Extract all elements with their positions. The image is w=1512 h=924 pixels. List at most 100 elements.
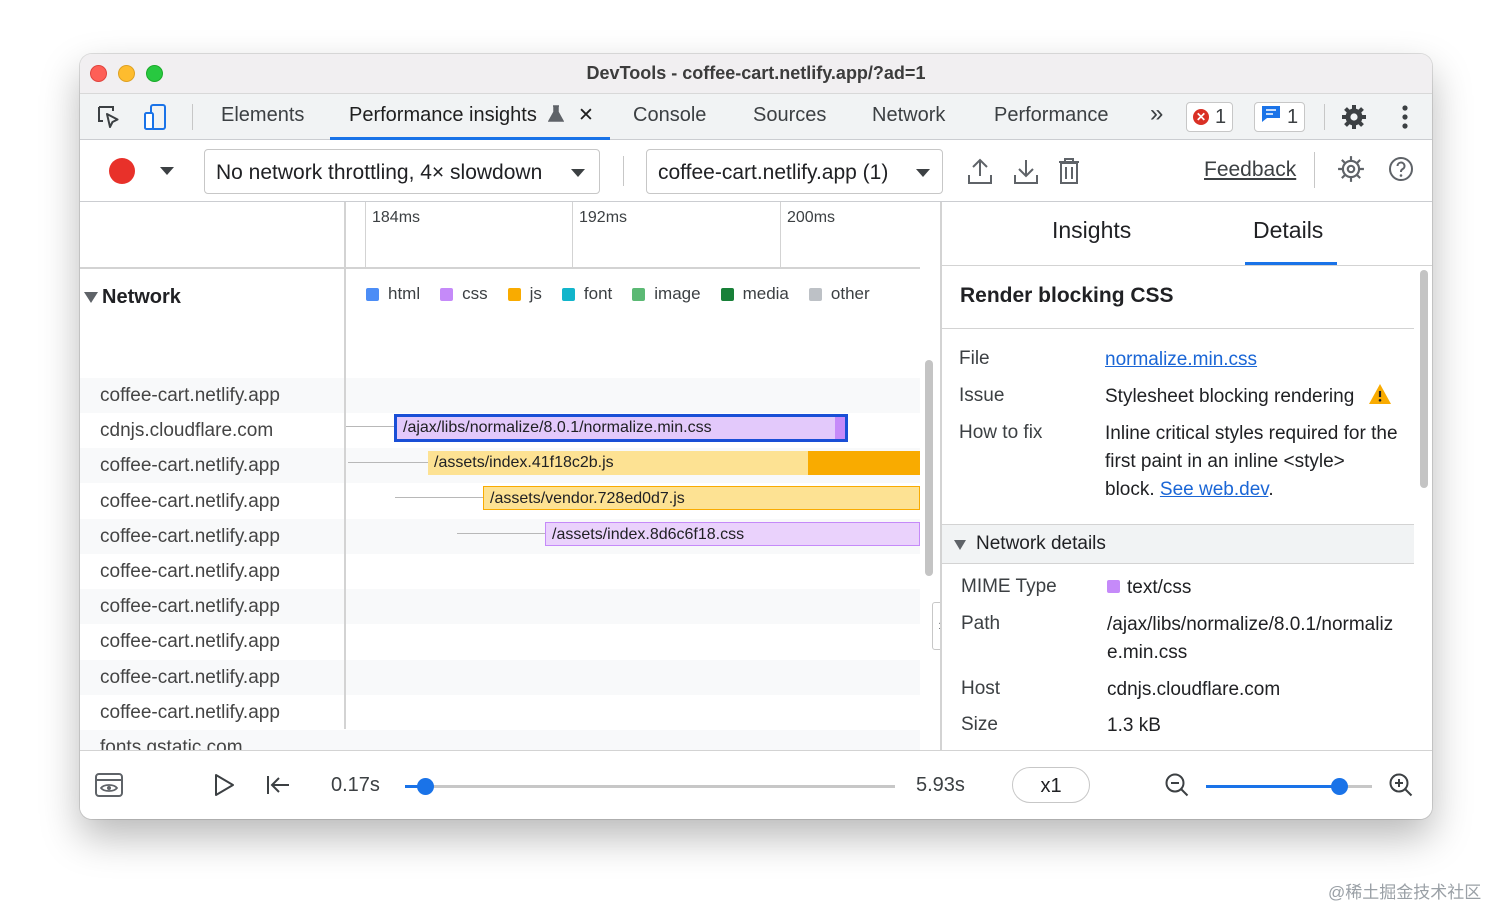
- tab-performance-insights[interactable]: Performance insights ✕: [349, 104, 594, 129]
- insight-title: Render blocking CSS: [960, 284, 1174, 307]
- network-row-host: coffee-cart.netlify.app: [100, 525, 280, 547]
- time-tick: [365, 202, 366, 269]
- network-row[interactable]: coffee-cart.netlify.app: [80, 695, 920, 730]
- more-options-icon[interactable]: [1390, 102, 1420, 132]
- error-icon: ✕: [1193, 109, 1209, 125]
- path-value: /ajax/libs/normalize/8.0.1/normaliz e.mi…: [1107, 611, 1393, 667]
- page-select[interactable]: coffee-cart.netlify.app (1): [646, 149, 943, 194]
- request-bar-index-js[interactable]: /assets/index.41f18c2b.js: [428, 451, 920, 475]
- fix-line: block. See web.dev.: [1105, 476, 1398, 504]
- playback-slider-thumb[interactable]: [416, 778, 434, 795]
- screenshot-preview-eye-icon[interactable]: [94, 770, 124, 800]
- inspect-element-icon[interactable]: [94, 102, 124, 132]
- message-count-badge[interactable]: 1: [1254, 102, 1306, 132]
- collapse-sidebar-chevron-right-icon[interactable]: ›: [932, 602, 940, 650]
- help-icon[interactable]: [1386, 154, 1416, 184]
- tab-performance[interactable]: Performance: [994, 104, 1109, 127]
- download-icon[interactable]: [1011, 156, 1041, 186]
- more-tabs-icon[interactable]: »: [1150, 100, 1163, 128]
- names-column-divider: [344, 269, 346, 729]
- error-count-badge[interactable]: ✕ 1: [1186, 102, 1234, 132]
- playback-end-time: 5.93s: [916, 774, 965, 796]
- vertical-scrollbar[interactable]: [925, 360, 933, 576]
- css-type-swatch: [1107, 580, 1120, 593]
- see-web-dev-link[interactable]: See web.dev: [1160, 479, 1268, 500]
- request-bar-label: /assets/vendor.728ed0d7.js: [490, 490, 685, 507]
- network-details-title: Network details: [976, 533, 1106, 554]
- delete-trash-icon[interactable]: [1054, 156, 1084, 186]
- network-row[interactable]: coffee-cart.netlify.app: [80, 589, 920, 625]
- legend-label: image: [654, 284, 701, 303]
- request-wait-line: [457, 533, 545, 534]
- how-to-fix-value: Inline critical styles required for the …: [1105, 420, 1398, 504]
- issue-value: Stylesheet blocking rendering: [1105, 383, 1392, 414]
- tab-network[interactable]: Network: [872, 104, 945, 127]
- watermark-text: @稀土掘金技术社区: [1328, 883, 1482, 902]
- network-row-host: coffee-cart.netlify.app: [100, 385, 280, 406]
- flask-icon: [548, 105, 565, 129]
- playback-start-time: 0.17s: [331, 774, 380, 796]
- device-toolbar-icon[interactable]: [140, 102, 170, 132]
- legend-label: js: [529, 284, 542, 303]
- network-row-host: coffee-cart.netlify.app: [100, 490, 280, 512]
- network-row[interactable]: fonts.gstatic.com: [80, 730, 920, 750]
- divider: [192, 104, 193, 130]
- host-value: cdnjs.cloudflare.com: [1107, 679, 1281, 700]
- tab-details[interactable]: Details: [1253, 217, 1323, 244]
- tab-console[interactable]: Console: [633, 104, 706, 127]
- mime-type-label: MIME Type: [961, 576, 1057, 597]
- file-link[interactable]: normalize.min.css: [1105, 346, 1257, 374]
- warning-icon: [1368, 383, 1392, 414]
- playback-speed-button[interactable]: x1: [1012, 767, 1090, 803]
- jump-to-start-icon[interactable]: [263, 770, 293, 800]
- file-label: File: [959, 348, 990, 369]
- network-row[interactable]: coffee-cart.netlify.app: [80, 659, 920, 695]
- playback-slider-track[interactable]: [405, 785, 895, 788]
- panel-settings-gear-icon[interactable]: [1336, 154, 1366, 184]
- record-options-chevron-icon[interactable]: [160, 167, 174, 175]
- chevron-down-icon: [916, 169, 930, 177]
- time-tick-label: 184ms: [372, 209, 421, 226]
- zoom-out-icon[interactable]: [1162, 770, 1192, 800]
- network-row-host: fonts.gstatic.com: [100, 737, 243, 750]
- timeline-panel: 184ms 192ms 200ms Network html css js font i…: [80, 202, 940, 750]
- tab-elements[interactable]: Elements: [221, 104, 304, 127]
- zoom-slider-fill: [1206, 785, 1339, 788]
- zoom-in-icon[interactable]: [1386, 770, 1416, 800]
- zoom-slider-thumb[interactable]: [1330, 778, 1348, 795]
- play-icon[interactable]: [209, 770, 239, 800]
- upload-icon[interactable]: [965, 156, 995, 186]
- tab-insights[interactable]: Insights: [1052, 217, 1131, 244]
- details-vertical-scrollbar[interactable]: [1420, 270, 1428, 488]
- legend-swatch: [561, 287, 575, 301]
- network-details-header[interactable]: Network details: [942, 524, 1414, 564]
- divider: [1314, 152, 1315, 188]
- close-tab-icon[interactable]: ✕: [578, 105, 594, 126]
- network-row[interactable]: coffee-cart.netlify.app: [80, 378, 920, 413]
- network-track-header[interactable]: Network: [84, 286, 181, 309]
- insights-toolbar: No network throttling, 4× slowdown coffe…: [80, 140, 1432, 202]
- tab-sources[interactable]: Sources: [753, 104, 826, 127]
- record-button[interactable]: [109, 158, 135, 184]
- chevron-down-icon: [571, 169, 585, 177]
- details-panel: Insights Details Render blocking CSS Fil…: [940, 202, 1432, 750]
- path-label: Path: [961, 613, 1001, 634]
- divider: [942, 328, 1414, 329]
- path-line: /ajax/libs/normalize/8.0.1/normaliz: [1107, 614, 1394, 635]
- settings-gear-icon[interactable]: [1339, 102, 1369, 132]
- ruler-divider: [344, 202, 346, 267]
- request-bar-index-css[interactable]: /assets/index.8d6c6f18.css: [545, 522, 920, 546]
- feedback-link[interactable]: Feedback: [1204, 158, 1296, 182]
- host-label: Host: [961, 678, 1001, 699]
- request-bar-normalize-css[interactable]: /ajax/libs/normalize/8.0.1/normalize.min…: [394, 414, 848, 442]
- network-row[interactable]: coffee-cart.netlify.app: [80, 624, 920, 659]
- legend-swatch: [366, 287, 379, 301]
- throttling-select[interactable]: No network throttling, 4× slowdown: [204, 149, 600, 194]
- request-bar-vendor-js[interactable]: /assets/vendor.728ed0d7.js: [483, 486, 920, 510]
- size-label: Size: [961, 714, 998, 735]
- network-row[interactable]: coffee-cart.netlify.app: [80, 554, 920, 589]
- legend-swatch: [440, 287, 454, 301]
- mime-type-text: text/css: [1127, 577, 1192, 598]
- legend-item-js: js: [507, 284, 542, 304]
- network-row-host: coffee-cart.netlify.app: [100, 596, 280, 618]
